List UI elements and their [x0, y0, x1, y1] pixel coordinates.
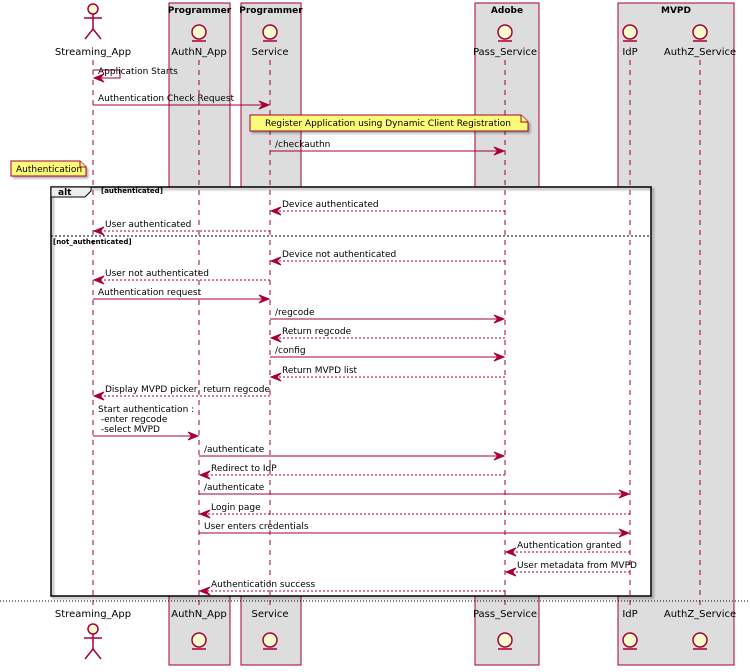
message-label: /regcode: [275, 308, 315, 318]
message-label: Redirect to IdP: [211, 464, 277, 474]
message-label: Start authentication :: [98, 405, 194, 415]
message-label: /checkauthn: [275, 140, 330, 150]
message-label: /authenticate: [204, 445, 265, 455]
participant-name: AuthN_App: [171, 47, 226, 58]
box-title: Programmer: [168, 6, 232, 16]
message-label: Device authenticated: [282, 200, 379, 210]
sequence-diagram: Programmer Programmer Adobe MVPD Streami…: [0, 2, 750, 666]
box-title: Adobe: [491, 6, 523, 16]
message-label: Return regcode: [282, 327, 352, 337]
participant-name: Pass_Service: [473, 47, 537, 58]
actor-icon: [84, 623, 102, 660]
alt-guard-authenticated: [authenticated]: [101, 187, 163, 195]
actor-icon: [84, 3, 102, 40]
message-label: Authentication Check Request: [98, 94, 235, 104]
participant-name: Streaming_App: [55, 609, 131, 620]
message-label: Device not authenticated: [282, 250, 396, 260]
message-label: Display MVPD picker, return regcode: [105, 385, 270, 395]
participant-streaming-app-top: Streaming_App: [55, 3, 131, 58]
participant-name: Streaming_App: [55, 47, 131, 58]
participant-name: Service: [252, 47, 289, 58]
participant-name: IdP: [622, 609, 637, 620]
participant-name: IdP: [622, 47, 637, 58]
message: Application Starts: [92, 67, 178, 83]
authentication-note: Authentication: [10, 160, 87, 177]
participant-streaming-app-bottom: Streaming_App: [55, 609, 131, 660]
message-label: -select MVPD: [98, 425, 160, 435]
participant-name: Service: [252, 609, 289, 620]
message-label: Application Starts: [98, 67, 178, 77]
participant-name: AuthN_App: [171, 609, 226, 620]
message-label: Login page: [211, 503, 261, 513]
message-label: User not authenticated: [105, 269, 209, 279]
participant-idp-top: IdP: [622, 24, 638, 58]
note-text: Authentication: [16, 165, 82, 175]
message: /checkauthn: [270, 140, 506, 156]
alt-label: alt: [58, 188, 72, 198]
note-text: Register Application using Dynamic Clien…: [265, 119, 511, 129]
message-label: User enters credentials: [204, 522, 309, 532]
message-label: /config: [275, 346, 306, 356]
message-label: User metadata from MVPD: [517, 561, 637, 571]
alt-guard-not-authenticated: [not_authenticated]: [53, 238, 132, 246]
participant-name: AuthZ_Service: [664, 47, 736, 58]
message-label: Return MVPD list: [282, 366, 358, 376]
box-title: MVPD: [661, 6, 691, 16]
register-note: Register Application using Dynamic Clien…: [249, 114, 529, 132]
message-label: -enter regcode: [98, 415, 168, 425]
box-title: Programmer: [239, 6, 303, 16]
message-label: Authentication success: [211, 580, 315, 590]
participant-name: AuthZ_Service: [664, 609, 736, 620]
message-label: Authentication granted: [517, 541, 621, 551]
message-label: Authentication request: [98, 288, 202, 298]
message-label: User authenticated: [105, 220, 191, 230]
message-label: /authenticate: [204, 483, 265, 493]
participant-name: Pass_Service: [473, 609, 537, 620]
